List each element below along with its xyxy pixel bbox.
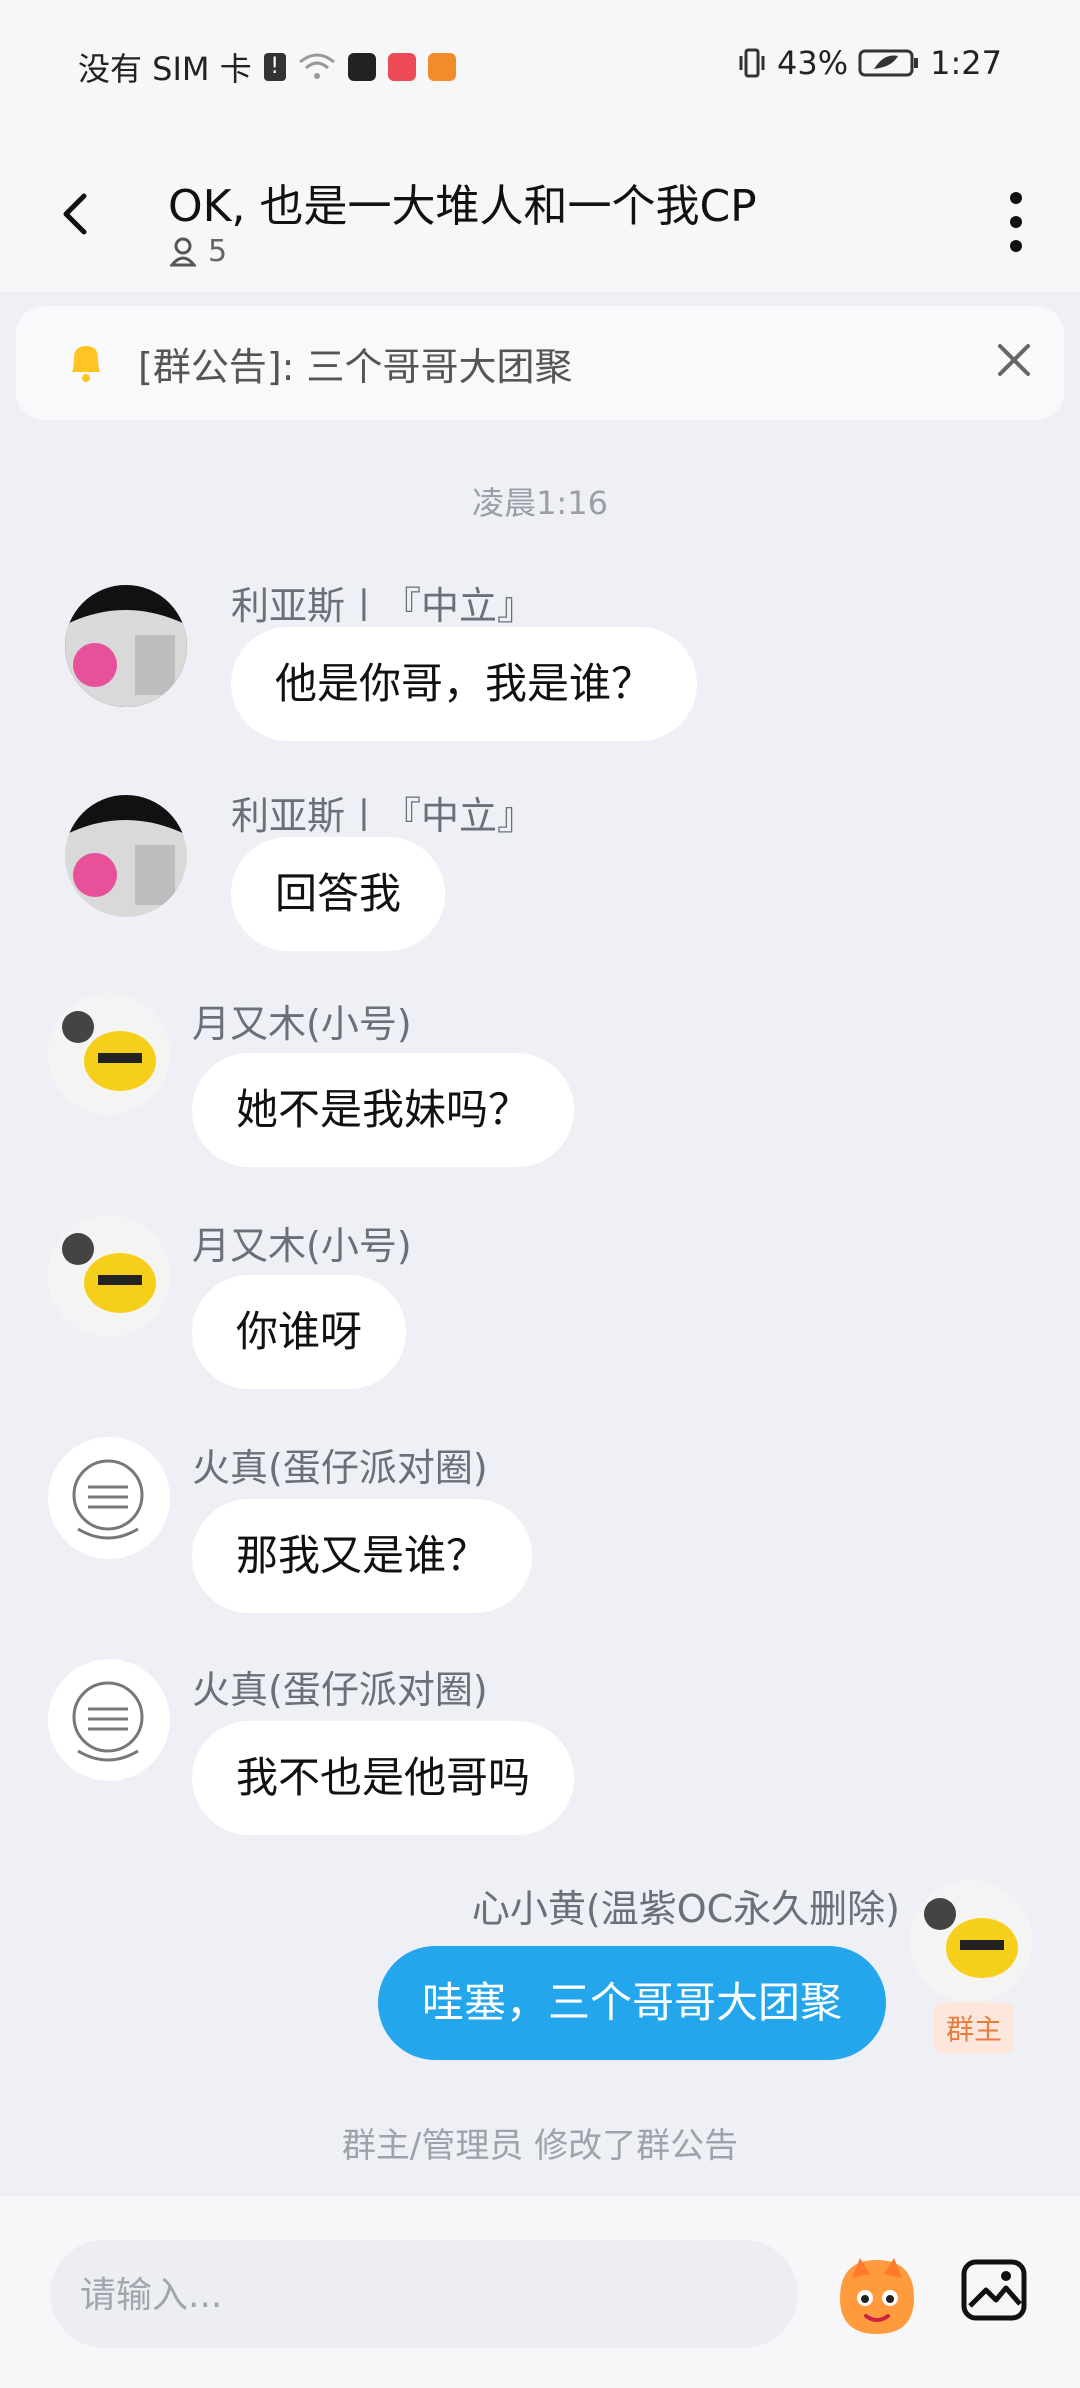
clock: 1:27 [930, 44, 1002, 82]
avatar-yueyoumu [48, 993, 170, 1115]
sender-name: 心小黄(温紫OC永久删除) [471, 1887, 900, 1931]
avatar-lias [65, 795, 187, 917]
person-icon [170, 237, 196, 266]
avatar[interactable] [48, 993, 170, 1115]
message-input[interactable] [78, 2240, 762, 2350]
avatar[interactable] [48, 1659, 170, 1781]
battery-icon [858, 49, 919, 77]
owner-badge: 群主 [933, 2002, 1014, 2054]
avatar[interactable] [65, 795, 187, 917]
vibrate-icon [739, 48, 765, 78]
chat-header: OK, 也是一大堆人和一个我CP 5 [0, 130, 1080, 292]
status-bar: 没有 SIM 卡 ! 43% 1:27 [0, 0, 1080, 130]
message-bubble[interactable]: 她不是我妹吗？ [192, 1053, 575, 1167]
avatar-huozhen [48, 1437, 170, 1559]
back-arrow-icon[interactable] [54, 192, 98, 236]
sender-name: 利亚斯〡『中立』 [231, 794, 536, 838]
battery-percent: 43% [777, 44, 849, 82]
video-app-icon [427, 53, 456, 81]
status-right: 43% 1:27 [737, 44, 1002, 82]
sender-name: 火真(蛋仔派对圈) [192, 1446, 488, 1490]
member-count-text: 5 [208, 234, 228, 269]
avatar[interactable] [65, 585, 187, 707]
wifi-icon [298, 53, 335, 79]
avatar-huozhen [48, 1659, 170, 1781]
sender-name: 火真(蛋仔派对圈) [192, 1668, 488, 1712]
message-bubble[interactable]: 我不也是他哥吗 [192, 1721, 575, 1835]
sim-alert-icon: ! [263, 53, 286, 81]
input-bar [0, 2196, 1080, 2388]
system-message: 群主/管理员 修改了群公告 [341, 2126, 739, 2166]
message-bubble[interactable]: 你谁呀 [192, 1275, 407, 1389]
avatar[interactable] [48, 1437, 170, 1559]
avatar-yueyoumu [48, 1215, 170, 1337]
avatar[interactable] [910, 1880, 1032, 2002]
avatar-lias [65, 585, 187, 707]
emoji-icon[interactable] [830, 2248, 924, 2342]
message-bubble[interactable]: 回答我 [231, 837, 446, 951]
chat-timestamp: 凌晨1:16 [472, 484, 608, 522]
status-left: 没有 SIM 卡 ! [78, 44, 456, 90]
avatar-xinxiaohuang [910, 1880, 1032, 2002]
sender-name: 月又木(小号) [192, 1224, 412, 1268]
app-notification-icon [347, 53, 376, 81]
book-app-icon [387, 53, 416, 81]
message-bubble[interactable]: 他是你哥，我是谁？ [231, 627, 698, 741]
notice-text: [群公告]: 三个哥哥大团聚 [138, 345, 573, 389]
message-bubble[interactable]: 那我又是谁？ [192, 1499, 533, 1613]
carrier-text: 没有 SIM 卡 [78, 50, 252, 88]
sender-name: 利亚斯〡『中立』 [231, 584, 536, 628]
avatar[interactable] [48, 1215, 170, 1337]
group-notice-banner[interactable]: [群公告]: 三个哥哥大团聚 [16, 306, 1064, 420]
bell-icon [72, 346, 100, 382]
message-bubble-self[interactable]: 哇塞，三个哥哥大团聚 [377, 1946, 886, 2060]
image-icon[interactable] [960, 2256, 1028, 2324]
more-options-icon[interactable] [1006, 190, 1026, 254]
message-input-container[interactable] [50, 2240, 798, 2350]
group-title: OK, 也是一大堆人和一个我CP [168, 181, 757, 232]
sender-name: 月又木(小号) [192, 1002, 412, 1046]
member-count[interactable]: 5 [170, 234, 227, 269]
close-icon[interactable] [994, 340, 1034, 380]
